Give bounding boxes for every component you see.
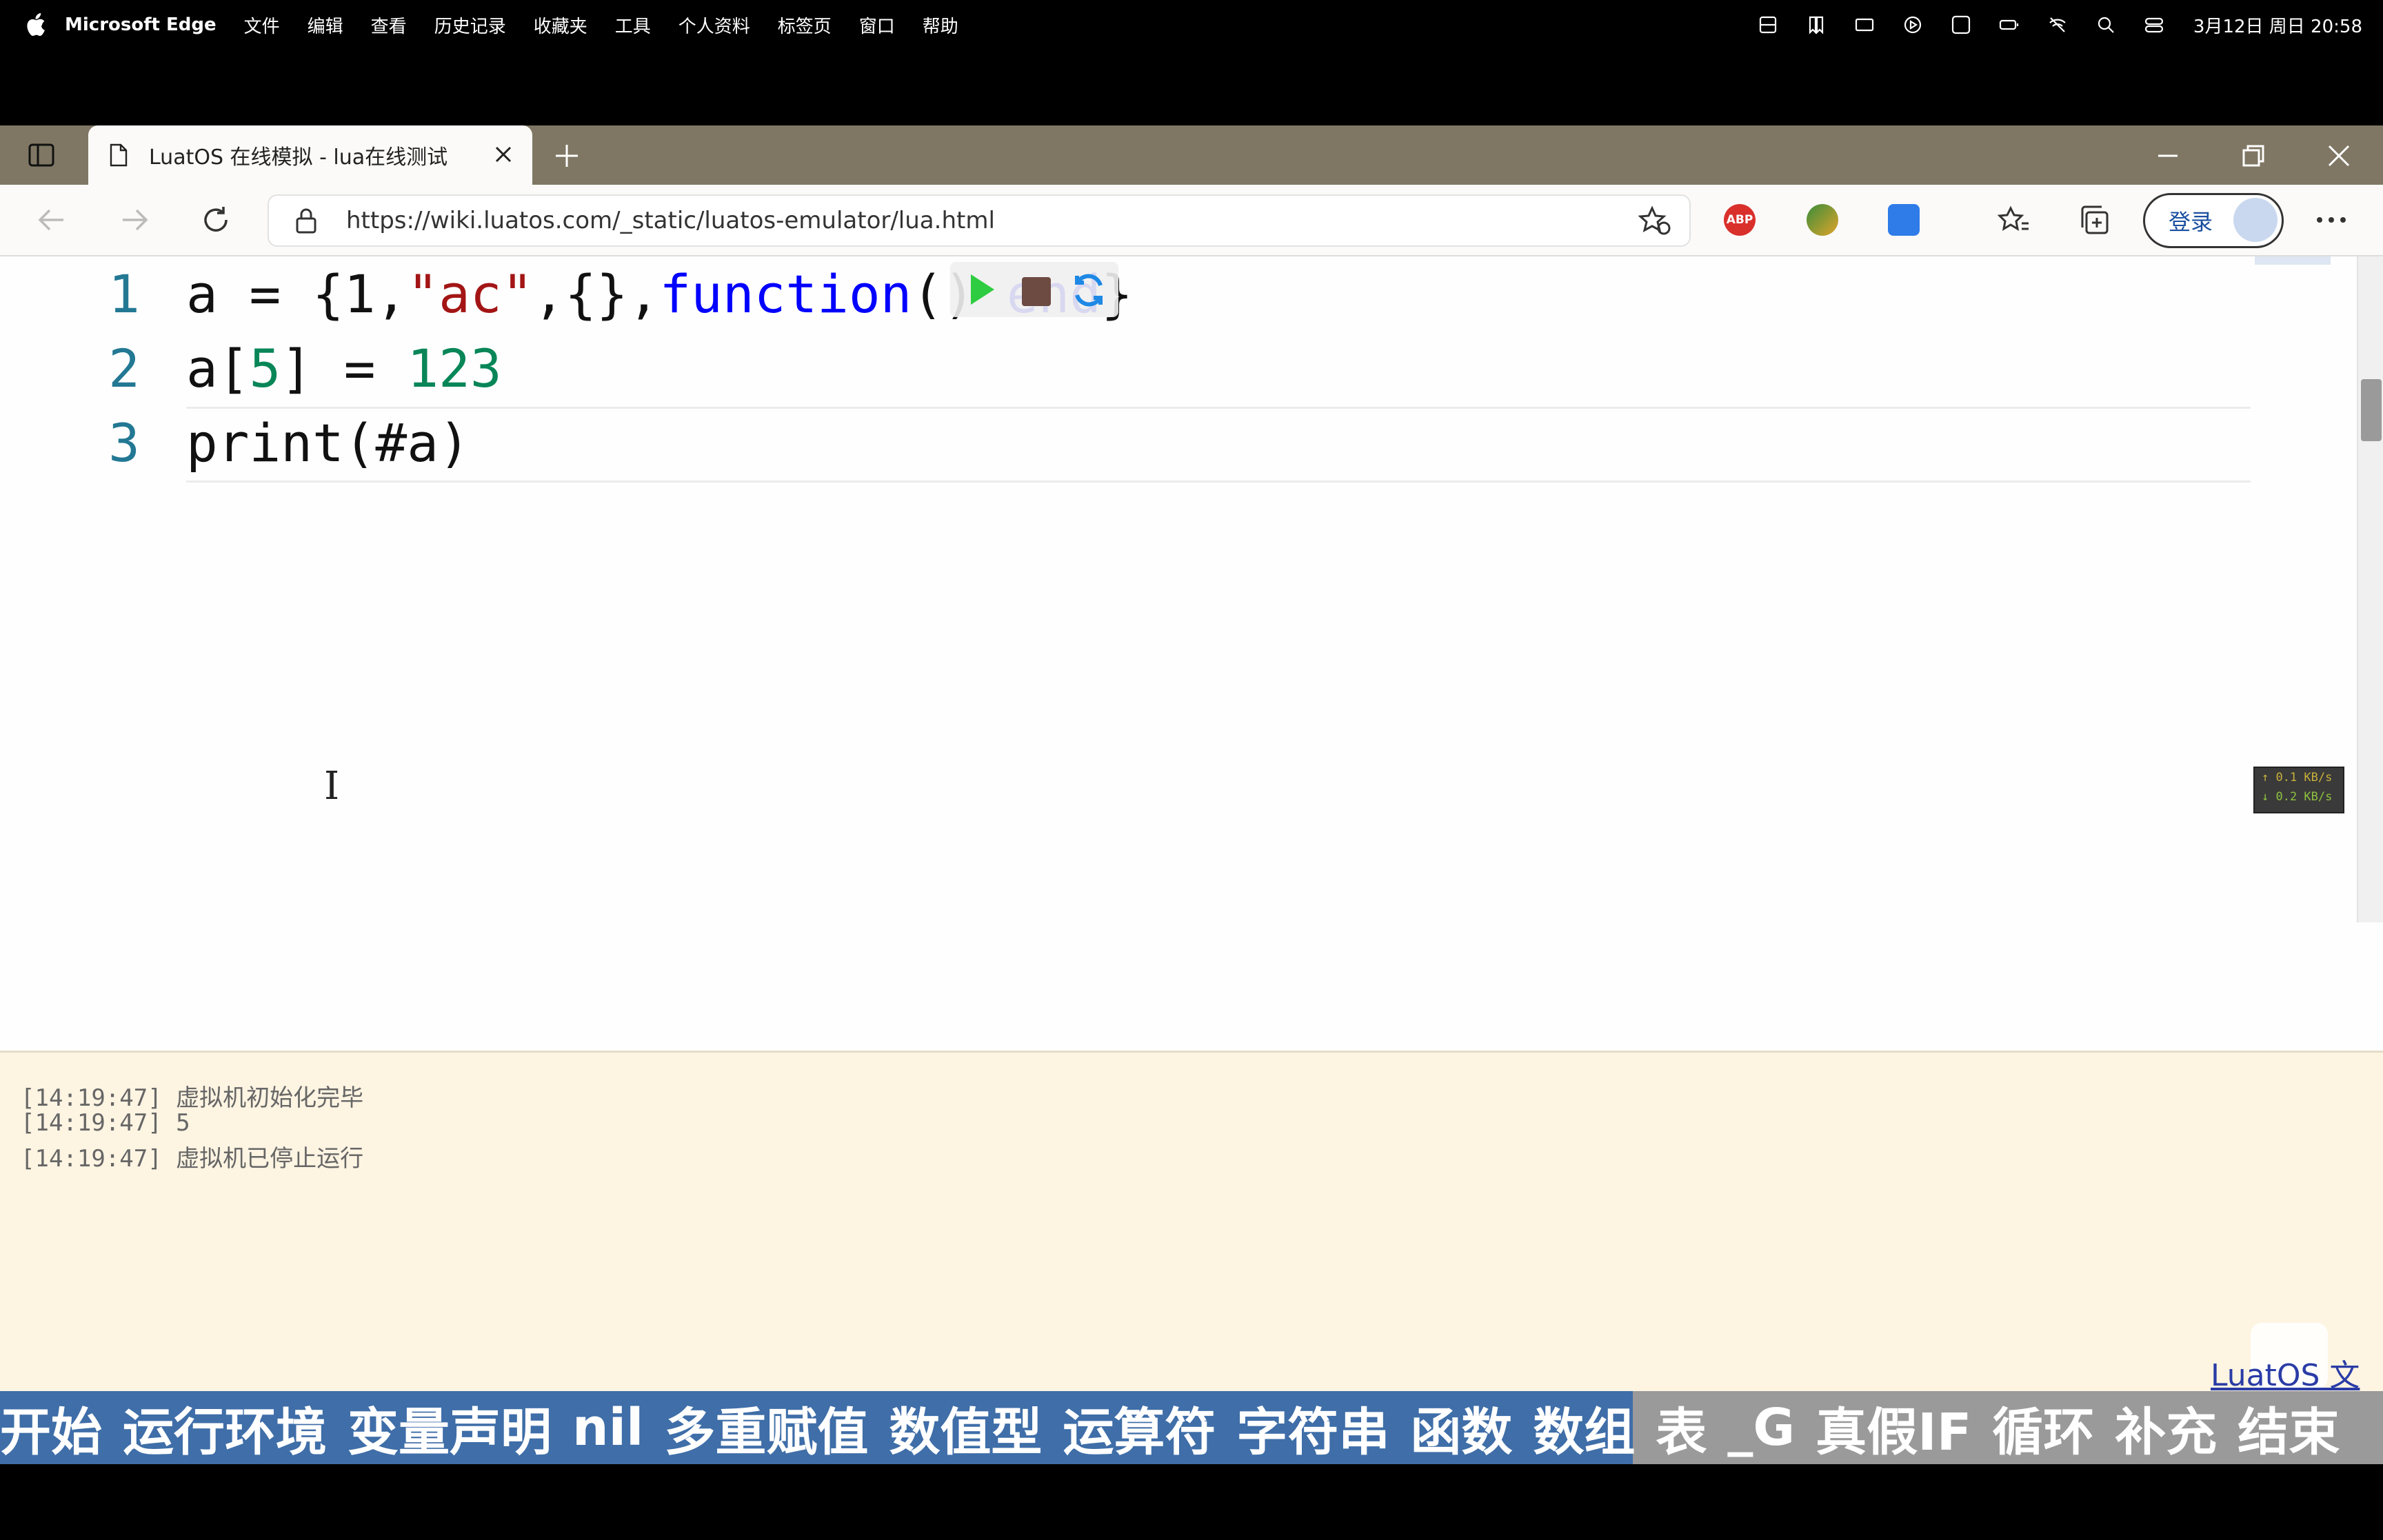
- menu-history[interactable]: 历史记录: [434, 12, 506, 38]
- code-editor[interactable]: 1 a = {1,"ac",{},function() end} 2 a[5] …: [0, 256, 2383, 1051]
- menu-window[interactable]: 窗口: [859, 12, 895, 38]
- display-icon[interactable]: [1853, 14, 1876, 35]
- log-line: [14:19:47] 5: [21, 1109, 190, 1137]
- code-line[interactable]: 1 a = {1,"ac",{},function() end}: [0, 256, 2275, 331]
- text-cursor-icon: I: [324, 764, 340, 809]
- add-favorite-icon[interactable]: [1638, 205, 1671, 236]
- menu-edit[interactable]: 编辑: [308, 12, 343, 38]
- control-center-icon[interactable]: [2142, 14, 2166, 35]
- line-number: 3: [108, 412, 140, 474]
- chapter-item[interactable]: 函数: [1410, 1391, 1512, 1464]
- new-tab-icon[interactable]: [552, 141, 582, 171]
- adblock-icon[interactable]: ABP: [1724, 204, 1756, 236]
- browser-toolbar: https://wiki.luatos.com/_static/luatos-e…: [0, 185, 2383, 256]
- line-number: 2: [108, 337, 140, 399]
- menu-clock[interactable]: 3月12日 周日 20:58: [2193, 12, 2362, 38]
- chapter-item[interactable]: 运行环境: [123, 1391, 327, 1464]
- network-speed-widget: ↑ 0.1 KB/s ↓ 0.2 KB/s: [2253, 767, 2344, 813]
- tab-close-icon[interactable]: [492, 143, 514, 165]
- login-button[interactable]: 登录: [2143, 193, 2284, 248]
- tab-title: LuatOS 在线模拟 - lua在线测试: [149, 145, 448, 170]
- play-circle-icon[interactable]: [1901, 14, 1924, 35]
- download-speed: ↓ 0.2 KB/s: [2262, 790, 2333, 804]
- chapter-item[interactable]: 运算符: [1063, 1391, 1216, 1464]
- chapter-item[interactable]: 多重赋值: [664, 1391, 868, 1464]
- chapter-item[interactable]: 字符串: [1236, 1391, 1389, 1464]
- lock-icon[interactable]: [294, 207, 319, 234]
- chapter-item[interactable]: 真假IF: [1816, 1391, 1971, 1464]
- restore-icon[interactable]: [2238, 141, 2269, 171]
- url-text[interactable]: https://wiki.luatos.com/_static/luatos-e…: [346, 207, 995, 234]
- minimize-icon[interactable]: [2153, 141, 2183, 171]
- video-chapter-bar: 开始 运行环境 变量声明 nil 多重赋值 数值型 运算符 字符串 函数 数组 …: [0, 1391, 2383, 1464]
- login-label: 登录: [2169, 209, 2213, 235]
- console-output: [14:19:47] 虚拟机初始化完毕 [14:19:47] 5 [14:19:…: [0, 1051, 2383, 1437]
- favorites-icon[interactable]: [1997, 203, 2031, 237]
- tab-bar: LuatOS 在线模拟 - lua在线测试: [0, 125, 2383, 185]
- code-line[interactable]: 3 print(#a): [0, 405, 2275, 480]
- extension-translate-icon[interactable]: [1888, 204, 1920, 236]
- chapter-item[interactable]: nil: [572, 1398, 643, 1457]
- search-icon[interactable]: [2094, 14, 2118, 35]
- back-icon[interactable]: [34, 203, 69, 237]
- tab-active[interactable]: LuatOS 在线模拟 - lua在线测试: [88, 125, 532, 185]
- reload-icon[interactable]: [1069, 270, 1109, 310]
- chapter-item[interactable]: 结束: [2238, 1391, 2340, 1464]
- editor-scrollbar[interactable]: [2357, 256, 2383, 922]
- collections-icon[interactable]: [2077, 203, 2111, 237]
- menu-app-name[interactable]: Microsoft Edge: [65, 14, 217, 35]
- refresh-icon[interactable]: [199, 203, 233, 237]
- wifi-off-icon[interactable]: [2046, 14, 2069, 35]
- code-text[interactable]: print(#a): [186, 412, 470, 474]
- scrollbar-thumb[interactable]: [2361, 379, 2382, 441]
- menu-file[interactable]: 文件: [244, 12, 280, 38]
- log-line: [14:19:47] 虚拟机已停止运行: [21, 1145, 364, 1173]
- chapter-item[interactable]: _G: [1727, 1398, 1795, 1457]
- avatar: [2233, 198, 2278, 242]
- apple-icon[interactable]: [25, 13, 46, 37]
- chapter-item[interactable]: 循环: [1992, 1391, 2094, 1464]
- forward-icon[interactable]: [117, 203, 152, 237]
- chapter-item[interactable]: 数值型: [889, 1391, 1042, 1464]
- log-line: [14:19:47] 虚拟机初始化完毕: [21, 1084, 364, 1112]
- chapter-item[interactable]: 数组: [1533, 1391, 1635, 1464]
- more-menu-icon[interactable]: [2313, 203, 2350, 237]
- address-bar[interactable]: https://wiki.luatos.com/_static/luatos-e…: [268, 194, 1691, 247]
- sidebar-toggle-icon[interactable]: [28, 142, 55, 168]
- menu-tools[interactable]: 工具: [615, 12, 651, 38]
- stop-icon[interactable]: [1022, 277, 1051, 306]
- code-line[interactable]: 2 a[5] = 123: [0, 331, 2275, 405]
- input-method-icon[interactable]: [1949, 14, 1973, 35]
- battery-icon[interactable]: [1998, 14, 2021, 35]
- chapter-item[interactable]: 开始: [0, 1391, 102, 1464]
- chapter-item[interactable]: 补充: [2115, 1391, 2217, 1464]
- extension-globe-icon[interactable]: [1807, 204, 1838, 236]
- bookmark-app-icon[interactable]: [1804, 14, 1828, 35]
- code-text[interactable]: a[5] = 123: [186, 338, 502, 399]
- menu-help[interactable]: 帮助: [923, 12, 958, 38]
- page-icon: [109, 143, 128, 168]
- line-number: 1: [108, 263, 140, 325]
- upload-speed: ↑ 0.1 KB/s: [2262, 771, 2333, 784]
- run-icon[interactable]: [971, 274, 994, 305]
- macos-menu-bar: Microsoft Edge 文件 编辑 查看 历史记录 收藏夹 工具 个人资料…: [0, 0, 2383, 50]
- close-window-icon[interactable]: [2324, 141, 2354, 171]
- notes-icon[interactable]: [1756, 14, 1780, 35]
- menu-favorites[interactable]: 收藏夹: [534, 12, 587, 38]
- menu-tabs[interactable]: 标签页: [778, 12, 832, 38]
- run-controls: [950, 262, 1118, 317]
- menu-view[interactable]: 查看: [371, 12, 407, 38]
- chapter-item[interactable]: 变量声明: [348, 1391, 552, 1464]
- chapter-item[interactable]: 表: [1656, 1391, 1707, 1464]
- menu-profile[interactable]: 个人资料: [678, 12, 750, 38]
